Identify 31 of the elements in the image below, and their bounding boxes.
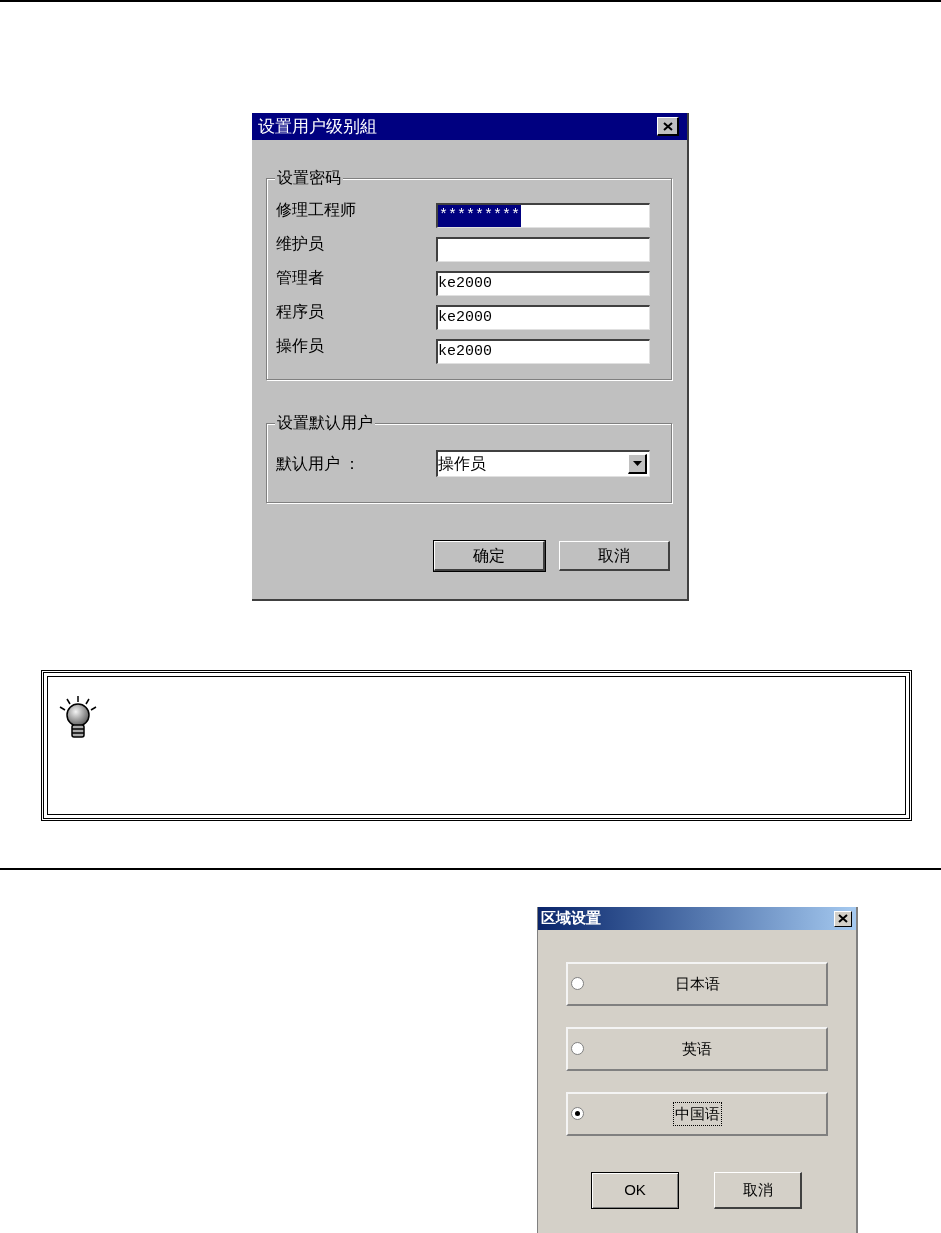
input-field[interactable] — [436, 237, 650, 262]
field-label: 默认用户 ： — [276, 453, 362, 474]
radio-button[interactable] — [571, 977, 584, 990]
radio-button[interactable] — [571, 1042, 584, 1055]
input-field[interactable]: ke2000 — [436, 271, 650, 296]
field-label: 修理工程师 — [276, 201, 357, 219]
dialog-button[interactable]: 取消 — [714, 1172, 802, 1209]
input-field[interactable]: ke2000 — [436, 339, 650, 364]
radio-option[interactable]: 日本语 — [566, 962, 828, 1006]
field-label: 操作员 — [276, 337, 325, 355]
group-title: 设置默认用户 — [275, 413, 375, 433]
field-label: 维护员 — [276, 235, 325, 253]
radio-option[interactable]: 英语 — [566, 1027, 828, 1071]
dialog-button[interactable]: 确定 — [434, 541, 545, 571]
dropdown[interactable]: 操作员 — [436, 450, 650, 477]
field-label: 程序员 — [276, 303, 325, 321]
dialog-button[interactable]: 取消 — [559, 541, 670, 571]
window-title: 设置用户级别組 — [258, 115, 377, 138]
radio-button[interactable] — [571, 1107, 584, 1120]
close-button[interactable] — [657, 117, 679, 136]
group-title: 设置密码 — [275, 168, 343, 188]
radio-option[interactable]: 中国语 — [566, 1092, 828, 1136]
close-icon — [662, 121, 673, 131]
lightbulb-icon — [58, 695, 98, 739]
dialog-button[interactable]: OK — [591, 1172, 679, 1209]
input-field[interactable]: ke2000 — [436, 305, 650, 330]
close-icon — [838, 914, 848, 923]
window-title: 区域设置 — [541, 908, 601, 929]
field-label: 管理者 — [276, 269, 325, 287]
close-button[interactable] — [834, 910, 852, 927]
input-field[interactable]: ********* — [436, 203, 650, 228]
